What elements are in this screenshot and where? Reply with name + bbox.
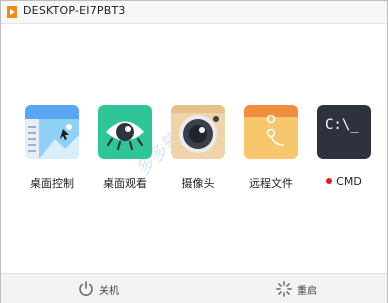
restart-button[interactable]: 重启 [275, 274, 375, 303]
tile-label: CMD [301, 175, 387, 188]
tile-camera[interactable]: 摄像头 [163, 105, 233, 195]
tile-remote-file[interactable]: 远程文件 [236, 105, 306, 195]
svg-text:C:\_: C:\_ [325, 117, 359, 133]
cmd-icon: C:\_ [317, 105, 371, 159]
shutdown-label: 关机 [99, 286, 119, 297]
shutdown-button[interactable]: 关机 [77, 274, 177, 303]
footer-bar: 关机 重启 [1, 273, 387, 303]
title-bar: DESKTOP-EI7PBT3 [1, 1, 387, 24]
loading-icon [276, 281, 292, 297]
tile-row: 桌面控制 桌面观看 摄像头 远程文件 C:\_ CMD [1, 105, 387, 195]
tile-desktop-control[interactable]: 桌面控制 [17, 105, 87, 195]
tile-cmd[interactable]: C:\_ CMD [309, 105, 379, 195]
remote-file-icon [244, 105, 298, 159]
tile-desktop-view[interactable]: 桌面观看 [90, 105, 160, 195]
app-icon [7, 6, 17, 18]
desktop-control-icon [25, 105, 79, 159]
window-title: DESKTOP-EI7PBT3 [23, 4, 126, 17]
cmd-label: CMD [336, 175, 362, 188]
desktop-view-icon [98, 105, 152, 159]
restart-label: 重启 [297, 286, 317, 297]
power-icon [79, 281, 93, 296]
remote-window: DESKTOP-EI7PBT3 多多软件站 桌面控制 [0, 0, 388, 303]
camera-icon [171, 105, 225, 159]
status-dot [326, 178, 333, 184]
